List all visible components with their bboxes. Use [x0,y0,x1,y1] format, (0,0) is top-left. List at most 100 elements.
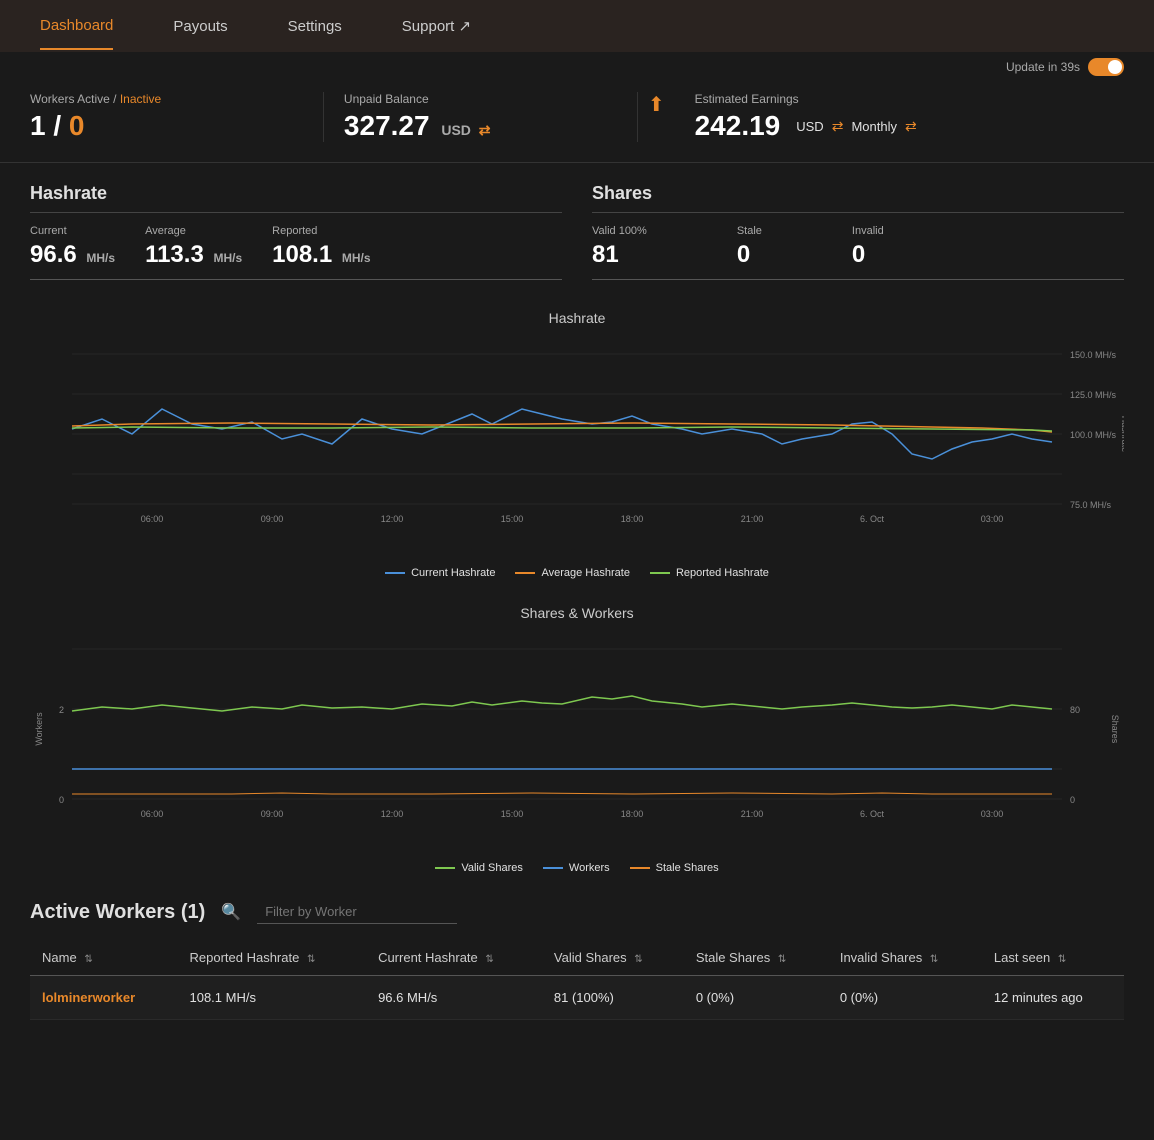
col-stale-shares[interactable]: Stale Shares ⇅ [684,940,828,976]
shares-title: Shares [592,183,1124,213]
nav-dashboard[interactable]: Dashboard [40,3,113,50]
svg-text:Hashrate: Hashrate [1120,416,1124,453]
hashrate-chart-container: 150.0 MH/s 125.0 MH/s 100.0 MH/s 75.0 MH… [30,334,1124,537]
col-invalid-shares[interactable]: Invalid Shares ⇅ [828,940,982,976]
col-valid-shares[interactable]: Valid Shares ⇅ [542,940,684,976]
nav-settings[interactable]: Settings [288,4,342,49]
svg-text:18:00: 18:00 [621,809,644,819]
hashrate-chart-title: Hashrate [30,310,1124,326]
legend-reported-line [650,572,670,574]
stale-shares-line [72,793,1052,794]
update-text: Update in 39s [1006,60,1080,74]
hashrate-chart-svg: 150.0 MH/s 125.0 MH/s 100.0 MH/s 75.0 MH… [30,334,1124,534]
unpaid-value: 327.27 [344,110,430,141]
shares-chart-container: 2 0 Workers 80 0 Shares 06:00 09:00 12:0… [30,629,1124,832]
workers-section-title: Active Workers (1) [30,901,205,924]
svg-text:150.0 MH/s: 150.0 MH/s [1070,350,1117,360]
svg-text:100.0 MH/s: 100.0 MH/s [1070,430,1117,440]
svg-text:21:00: 21:00 [741,809,764,819]
worker-valid-shares: 81 (100%) [542,976,684,1020]
sort-current-hashrate[interactable]: ⇅ [485,954,493,965]
estimated-currency: USD [796,119,823,134]
legend-valid-shares-line [435,867,455,869]
metrics-row: Hashrate Current 96.6 MH/s Average 113.3… [0,163,1154,300]
svg-text:03:00: 03:00 [981,809,1004,819]
hashrate-reported: Reported 108.1 MH/s [272,225,370,269]
workers-label-active: Workers Active / [30,92,120,106]
sort-name[interactable]: ⇅ [84,954,92,965]
navigation: Dashboard Payouts Settings Support ↗ [0,0,1154,52]
shares-chart-section: Shares & Workers 2 0 Workers 80 0 Shares… [0,595,1154,874]
hashrate-legend: Current Hashrate Average Hashrate Report… [30,567,1124,579]
unpaid-currency-swap[interactable]: ⇄ [479,122,491,138]
sort-stale-shares[interactable]: ⇅ [778,954,786,965]
active-workers-section: Active Workers (1) 🔍 Name ⇅ Reported Has… [0,890,1154,1030]
workers-separator: / [53,110,69,141]
sort-reported-hashrate[interactable]: ⇅ [307,954,315,965]
legend-stale-shares: Stale Shares [630,862,719,874]
sort-valid-shares[interactable]: ⇅ [634,954,642,965]
worker-last-seen: 12 minutes ago [982,976,1124,1020]
estimated-stat: Estimated Earnings 242.19 USD ⇄ Monthly … [675,92,1124,142]
svg-text:06:00: 06:00 [141,809,164,819]
svg-text:75.0 MH/s: 75.0 MH/s [1070,500,1112,510]
svg-text:03:00: 03:00 [981,514,1004,524]
svg-text:6. Oct: 6. Oct [860,514,885,524]
workers-label-inactive: Inactive [120,92,161,106]
shares-chart-title: Shares & Workers [30,605,1124,621]
unpaid-stat: Unpaid Balance 327.27 USD ⇄ [324,92,638,142]
update-bar: Update in 39s [0,52,1154,82]
auto-update-toggle[interactable] [1088,58,1124,76]
legend-average-line [515,572,535,574]
workers-header: Active Workers (1) 🔍 [30,900,1124,924]
col-last-seen[interactable]: Last seen ⇅ [982,940,1124,976]
earnings-icon-block: ⬆ [638,92,675,117]
hashrate-average: Average 113.3 MH/s [145,225,242,269]
svg-text:Shares: Shares [1110,715,1120,744]
sort-invalid-shares[interactable]: ⇅ [930,954,938,965]
svg-text:0: 0 [1070,795,1075,805]
nav-payouts[interactable]: Payouts [173,4,227,49]
worker-reported-hashrate: 108.1 MH/s [177,976,366,1020]
col-name[interactable]: Name ⇅ [30,940,177,976]
sort-last-seen[interactable]: ⇅ [1058,954,1066,965]
earnings-arrow-icon: ⬆ [648,92,665,117]
workers-stat: Workers Active / Inactive 1 / 0 [30,92,324,142]
legend-current-line [385,572,405,574]
svg-text:6. Oct: 6. Oct [860,809,885,819]
worker-filter-input[interactable] [257,900,457,924]
hashrate-current: Current 96.6 MH/s [30,225,115,269]
worker-name[interactable]: lolminerworker [30,976,177,1020]
estimated-period-swap[interactable]: ⇄ [905,118,917,135]
workers-table: Name ⇅ Reported Hashrate ⇅ Current Hashr… [30,940,1124,1020]
svg-text:12:00: 12:00 [381,809,404,819]
svg-text:15:00: 15:00 [501,809,524,819]
svg-text:18:00: 18:00 [621,514,644,524]
legend-current: Current Hashrate [385,567,495,579]
shares-valid: Valid 100% 81 [592,225,647,269]
stats-row: Workers Active / Inactive 1 / 0 Unpaid B… [0,82,1154,163]
estimated-currency-swap[interactable]: ⇄ [832,118,844,135]
estimated-label: Estimated Earnings [695,92,1104,106]
legend-valid-shares: Valid Shares [435,862,523,874]
unpaid-unit: USD [441,122,471,138]
svg-text:125.0 MH/s: 125.0 MH/s [1070,390,1117,400]
shares-chart-svg: 2 0 Workers 80 0 Shares 06:00 09:00 12:0… [30,629,1124,829]
hashrate-metrics: Hashrate Current 96.6 MH/s Average 113.3… [30,183,562,280]
shares-stale: Stale 0 [737,225,762,269]
legend-reported: Reported Hashrate [650,567,769,579]
svg-text:09:00: 09:00 [261,809,284,819]
workers-inactive-value: 0 [69,110,85,141]
nav-support[interactable]: Support ↗ [402,3,471,49]
svg-text:21:00: 21:00 [741,514,764,524]
shares-metrics: Shares Valid 100% 81 Stale 0 Invalid 0 [592,183,1124,280]
col-current-hashrate[interactable]: Current Hashrate ⇅ [366,940,542,976]
col-reported-hashrate[interactable]: Reported Hashrate ⇅ [177,940,366,976]
svg-text:09:00: 09:00 [261,514,284,524]
legend-workers: Workers [543,862,610,874]
shares-invalid: Invalid 0 [852,225,884,269]
hashrate-title: Hashrate [30,183,562,213]
unpaid-label: Unpaid Balance [344,92,617,106]
worker-invalid-shares: 0 (0%) [828,976,982,1020]
shares-legend: Valid Shares Workers Stale Shares [30,862,1124,874]
